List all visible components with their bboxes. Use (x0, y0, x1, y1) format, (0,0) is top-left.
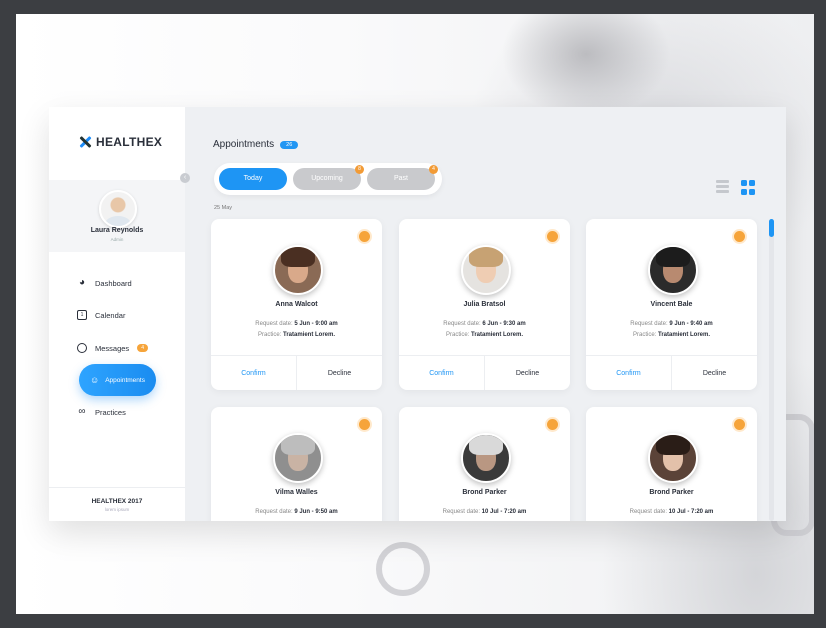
chevron-left-icon: ‹ (183, 174, 187, 181)
sidebar-item-appointments[interactable]: ☺ Appointments (79, 364, 156, 396)
confirm-button[interactable]: Confirm (586, 356, 672, 390)
sidebar-item-messages[interactable]: Messages 4 (77, 343, 148, 353)
avatar (648, 245, 698, 295)
avatar (273, 245, 323, 295)
practice: Practice: Tratamient Lorem. (257, 332, 336, 338)
tab-label: Today (243, 175, 263, 182)
chat-bubble-icon (77, 343, 87, 353)
appointment-card: Vilma Walles Request date: 9 Jun - 9:50 … (211, 407, 382, 521)
main-content: Appointments 26 Today Upcoming 8 Past 4 … (185, 107, 786, 521)
message-icon[interactable] (734, 231, 745, 242)
sidebar-item-calendar[interactable]: 1 Calendar (77, 310, 125, 320)
tab-label: Upcoming (311, 175, 343, 182)
list-view-icon[interactable] (716, 180, 729, 195)
tab-upcoming[interactable]: Upcoming 8 (293, 165, 364, 190)
sidebar: HEALTHEX Laura Reynolds Admin ◕ Dashboar… (49, 107, 185, 521)
avatar (99, 190, 137, 228)
brand-name: HEALTHEX (96, 135, 163, 149)
page-title: Appointments 26 (213, 139, 299, 150)
patient-name: Vincent Bale (650, 301, 693, 308)
user-profile[interactable]: Laura Reynolds Admin (49, 180, 185, 252)
card-actions: Confirm Decline (399, 355, 570, 390)
sidebar-item-practices[interactable]: ∞ Practices (77, 406, 126, 417)
scrollbar[interactable] (769, 219, 774, 521)
message-icon[interactable] (547, 419, 558, 430)
grid-view-icon[interactable] (741, 180, 755, 195)
app-window: HEALTHEX Laura Reynolds Admin ◕ Dashboar… (49, 107, 786, 521)
patient-name: Brond Parker (462, 489, 507, 496)
date-label: 25 May (214, 205, 233, 211)
practice: Practice: Tratamient Lorem. (632, 332, 711, 338)
practice: Practice: Tratamient Lorem. (445, 332, 524, 338)
tab-label: Past (393, 175, 408, 182)
stethoscope-decoration (376, 542, 430, 596)
tab-bar: Today Upcoming 8 Past 4 (214, 163, 442, 195)
patient-name: Julia Bratsol (463, 301, 506, 308)
request-date: Request date: 9 Jun - 9:40 am (630, 321, 713, 327)
message-icon[interactable] (359, 231, 370, 242)
patient-name: Vilma Walles (275, 489, 318, 496)
message-icon[interactable] (359, 419, 370, 430)
confirm-button[interactable]: Confirm (399, 356, 485, 390)
decline-button[interactable]: Decline (297, 356, 382, 390)
appointment-card: Brond Parker Request date: 10 Jul - 7:20… (586, 407, 757, 521)
sidebar-item-label: Appointments (105, 376, 145, 384)
avatar (461, 433, 511, 483)
avatar (648, 433, 698, 483)
user-role: Admin (110, 237, 124, 242)
decline-button[interactable]: Decline (672, 356, 757, 390)
tab-past[interactable]: Past 4 (367, 165, 438, 190)
request-date: Request date: 5 Jun - 9:00 am (255, 321, 338, 327)
avatar (273, 433, 323, 483)
footer-title: HEALTHEX 2017 (91, 498, 143, 505)
logo-icon (79, 136, 91, 148)
card-actions: Confirm Decline (211, 355, 382, 390)
view-toggle (716, 180, 755, 195)
sidebar-item-label: Practices (95, 407, 126, 417)
request-date: Request date: 9 Jun - 9:50 am (255, 509, 338, 515)
request-date: Request date: 10 Jul - 7:20 am (629, 509, 714, 515)
stethoscope-icon: ∞ (78, 406, 86, 417)
tab-today[interactable]: Today (219, 168, 287, 190)
sidebar-footer: HEALTHEX 2017 lorem ipsum (49, 487, 185, 512)
user-name: Laura Reynolds (90, 227, 144, 234)
sidebar-item-label: Dashboard (95, 278, 132, 288)
pie-chart-icon: ◕ (78, 277, 86, 288)
appointment-card: Julia Bratsol Request date: 6 Jun - 9:30… (399, 219, 570, 390)
request-date: Request date: 10 Jul - 7:20 am (442, 509, 527, 515)
appointment-card: Vincent Bale Request date: 9 Jun - 9:40 … (586, 219, 757, 390)
collapse-sidebar-button[interactable]: ‹ (180, 173, 190, 183)
card-actions: Confirm Decline (586, 355, 757, 390)
page-title-text: Appointments (213, 139, 275, 150)
tab-badge: 4 (429, 165, 438, 174)
tab-badge: 8 (355, 165, 364, 174)
messages-badge: 4 (137, 344, 148, 352)
appointment-card: Anna Walcot Request date: 5 Jun - 9:00 a… (211, 219, 382, 390)
request-date: Request date: 6 Jun - 9:30 am (443, 321, 526, 327)
sidebar-item-label: Calendar (95, 310, 126, 320)
decline-button[interactable]: Decline (485, 356, 570, 390)
appointment-card: Brond Parker Request date: 10 Jul - 7:20… (399, 407, 570, 521)
patient-name: Anna Walcot (275, 301, 318, 308)
confirm-button[interactable]: Confirm (211, 356, 297, 390)
sidebar-item-label: Messages (95, 343, 130, 353)
scrollbar-thumb[interactable] (769, 219, 774, 237)
calendar-icon: 1 (77, 310, 87, 320)
message-icon[interactable] (734, 419, 745, 430)
patient-name: Brond Parker (649, 489, 694, 496)
avatar (461, 245, 511, 295)
sidebar-item-dashboard[interactable]: ◕ Dashboard (77, 278, 132, 288)
user-icon: ☺ (90, 375, 100, 385)
message-icon[interactable] (547, 231, 558, 242)
appointments-count-badge: 26 (280, 140, 299, 149)
footer-subtitle: lorem ipsum (104, 507, 130, 512)
brand-logo[interactable]: HEALTHEX (79, 135, 162, 149)
